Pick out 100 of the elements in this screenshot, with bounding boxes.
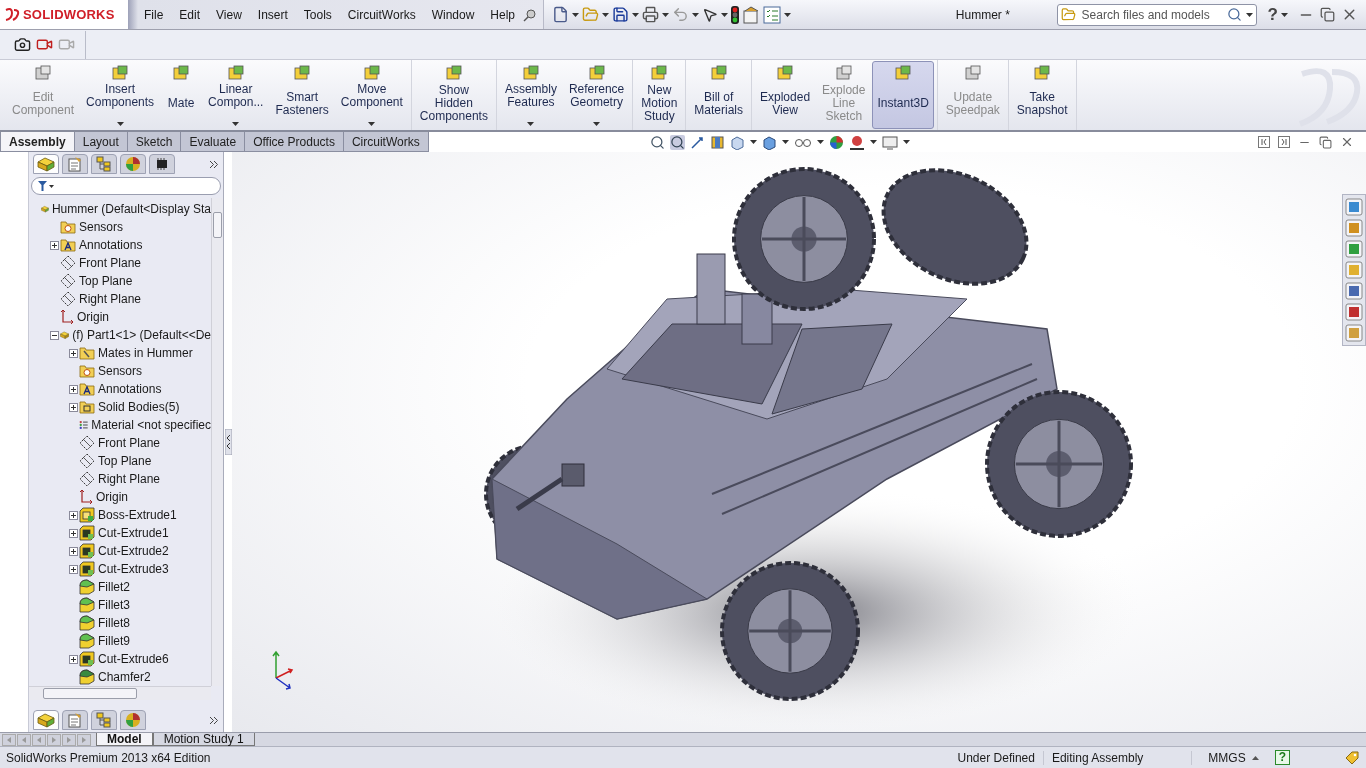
expand-icon[interactable] [68,510,78,520]
camera-icon[interactable] [14,36,31,53]
collapse-icon[interactable] [49,330,59,340]
command-tab[interactable]: Layout [73,132,128,152]
expand-icon[interactable] [68,528,78,538]
menu-item[interactable]: Window [423,7,483,22]
ribbon-button[interactable]: New Motion Study [636,61,683,129]
print-icon[interactable] [642,6,659,23]
save-icon[interactable] [612,6,629,23]
expand-icon[interactable] [68,654,78,664]
command-tab[interactable]: Assembly [0,132,75,152]
menu-item[interactable]: Help [482,7,523,22]
search-field[interactable]: Search files and models [1056,3,1257,26]
panel-tab[interactable] [33,154,59,174]
tree-item[interactable]: Right Plane [98,472,161,486]
model-tab[interactable]: Motion Study 1 [152,733,255,746]
task-pane-icon[interactable] [1345,240,1363,258]
tree-item[interactable]: Cut-Extrude6 [98,652,169,666]
split-left-icon[interactable] [1258,136,1270,148]
expand-icon[interactable] [68,546,78,556]
ribbon-button[interactable]: Move Component [335,61,408,129]
tree-item[interactable]: Solid Bodies(5) [98,400,180,414]
tree-item[interactable]: Cut-Extrude3 [98,562,169,576]
ribbon-button[interactable]: Show Hidden Components [414,61,493,129]
caret-icon[interactable] [527,122,535,126]
previous-view-icon[interactable] [689,134,705,150]
checklist-icon[interactable] [763,5,781,24]
menu-item[interactable]: Tools [295,7,340,22]
task-pane-icon[interactable] [1345,282,1363,300]
restore-icon[interactable] [1319,135,1332,149]
menu-item[interactable]: CircuitWorks [339,7,424,22]
appearance-ball-icon[interactable] [828,134,844,150]
ribbon-button[interactable]: Take Snapshot [1011,61,1073,129]
tree-item[interactable]: Annotations [79,238,143,252]
expand-icon[interactable] [68,402,78,412]
undo-icon[interactable] [672,6,689,23]
tree-item[interactable]: Chamfer2 [98,670,151,684]
menu-item[interactable]: File [136,7,172,22]
view-orientation-icon[interactable] [729,134,745,150]
scene-icon[interactable] [848,134,865,150]
panel-tab[interactable] [149,154,175,174]
expand-icon[interactable] [68,384,78,394]
options-icon[interactable] [742,5,760,24]
units-button[interactable]: MMGS [1202,750,1252,765]
tree-item[interactable]: Material <not specifiec [91,418,211,432]
ribbon-button[interactable]: Exploded View [755,61,816,129]
tree-item[interactable]: (f) Part1<1> (Default<<De [72,328,211,342]
expand-icon[interactable] [49,240,59,250]
task-pane-icon[interactable] [1345,303,1363,321]
pointer-icon[interactable] [702,6,718,23]
tag-icon[interactable] [1344,749,1360,766]
close-icon[interactable] [1340,135,1354,149]
split-right-icon[interactable] [1278,136,1290,148]
caret-icon[interactable] [368,122,376,126]
tree-item[interactable]: Boss-Extrude1 [98,508,177,522]
caret-icon[interactable] [593,122,601,126]
tree-item[interactable]: Mates in Hummer [98,346,193,360]
restore-icon[interactable] [1320,7,1335,22]
display-style-icon[interactable] [761,134,777,150]
tree-item[interactable]: Sensors [79,220,124,234]
new-document-icon[interactable] [552,6,569,23]
help-button[interactable]: ? [1264,4,1281,25]
monitor-icon[interactable] [881,134,898,150]
traffic-light-icon[interactable] [731,5,739,24]
command-tab[interactable]: Sketch [126,132,182,152]
menu-item[interactable]: View [208,7,250,22]
tree-item[interactable]: Fillet8 [98,616,130,630]
section-view-icon[interactable] [709,134,725,150]
tree-item[interactable]: Hummer (Default<Display Sta [51,202,211,216]
search-icon[interactable] [1226,7,1242,22]
ribbon-button[interactable]: Reference Geometry [563,61,630,129]
model-tab[interactable]: Model [96,733,153,746]
menu-item[interactable]: Edit [171,7,209,22]
tree-item[interactable]: Sensors [98,364,143,378]
tree-item[interactable]: Annotations [98,382,162,396]
tree-item[interactable]: Fillet3 [98,598,130,612]
panel-tab[interactable] [33,710,59,730]
ribbon-button[interactable]: Instant3D [872,61,934,129]
command-tab[interactable]: Office Products [244,132,344,152]
tree-item[interactable]: Origin [77,310,109,324]
search-input[interactable]: Search files and models [1079,6,1223,23]
ribbon-button[interactable]: Linear Compon... [203,61,269,129]
ribbon-button[interactable]: Mate [161,61,202,129]
command-tab[interactable]: Evaluate [180,132,246,152]
task-pane-icon[interactable] [1345,198,1363,216]
ribbon-button[interactable]: Assembly Features [499,61,562,129]
tree-item[interactable]: Fillet2 [98,580,130,594]
tree-item[interactable]: Origin [96,490,128,504]
tree-item[interactable]: Cut-Extrude2 [98,544,169,558]
help-button[interactable]: ? [1274,750,1290,765]
filter-field[interactable] [31,177,221,195]
ribbon-button[interactable]: Insert Components [81,61,160,129]
ribbon-button[interactable]: Smart Fasteners [270,61,334,129]
caret-icon[interactable] [232,122,240,126]
horizontal-scrollbar[interactable] [29,686,211,700]
caret-up-icon[interactable] [1251,755,1259,760]
expand-icon[interactable] [68,348,78,358]
tree-item[interactable]: Fillet9 [98,634,130,648]
tree-item[interactable]: Front Plane [79,256,142,270]
tree-item[interactable]: Cut-Extrude1 [98,526,169,540]
